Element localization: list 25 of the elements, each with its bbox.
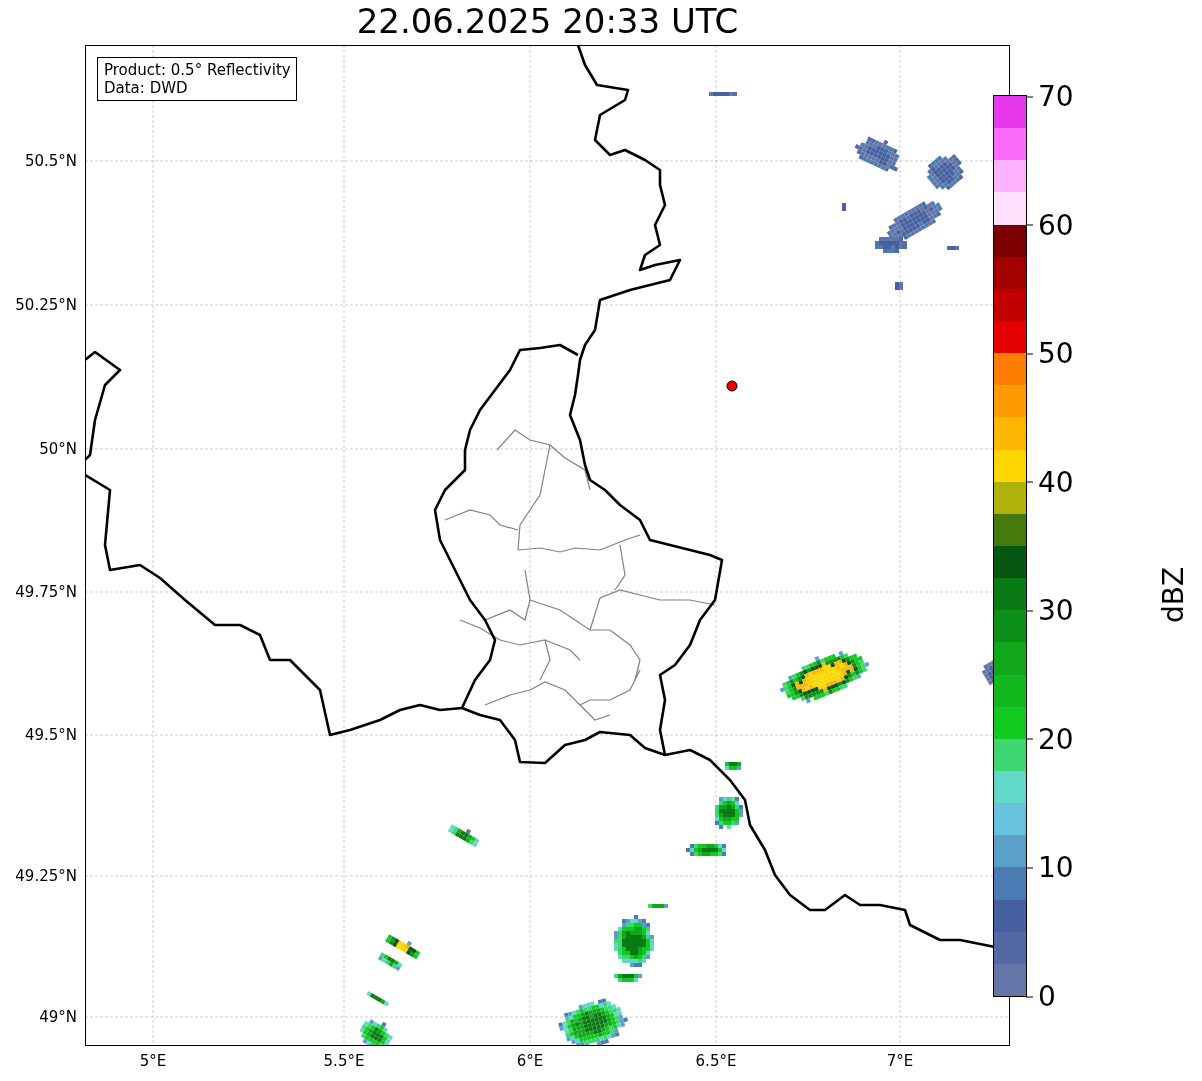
axis-tick-label: 6°E xyxy=(516,1052,544,1070)
info-text: Product: 0.5° Reflectivity xyxy=(104,61,291,79)
colorbar-tick-label: 60 xyxy=(1026,208,1074,242)
axis-tick-label: 49.75°N xyxy=(15,583,77,601)
chart-title: 22.06.2025 20:33 UTC xyxy=(355,0,740,43)
axis-tick-label: 5°E xyxy=(139,1052,167,1070)
colorbar-tick-label: 30 xyxy=(1026,593,1074,627)
location-marker xyxy=(726,380,738,392)
colorbar-tick-label: 50 xyxy=(1026,336,1074,370)
colorbar-tick-label: 10 xyxy=(1026,850,1074,884)
axis-tick-label: 49.25°N xyxy=(15,867,77,885)
colorbar-tick-label: 20 xyxy=(1026,722,1074,756)
axis-tick-label: 50.5°N xyxy=(24,152,77,170)
colorbar-tick-label: 0 xyxy=(1026,979,1056,1013)
info-text: Data: DWD xyxy=(104,79,189,97)
axis-tick-label: 7°E xyxy=(886,1052,914,1070)
axis-tick-label: 6.5°E xyxy=(695,1052,737,1070)
axis-tick-label: 49°N xyxy=(39,1008,77,1026)
axis-tick-label: 50.25°N xyxy=(15,296,77,314)
colorbar-tick-label: 70 xyxy=(1026,79,1074,113)
axis-tick-label: 5.5°E xyxy=(323,1052,365,1070)
colorbar-tick-label: 40 xyxy=(1026,465,1074,499)
axis-tick-label: 49.5°N xyxy=(24,726,77,744)
axis-tick-label: 50°N xyxy=(39,440,77,458)
colorbar-label: dBZ xyxy=(1157,566,1190,623)
